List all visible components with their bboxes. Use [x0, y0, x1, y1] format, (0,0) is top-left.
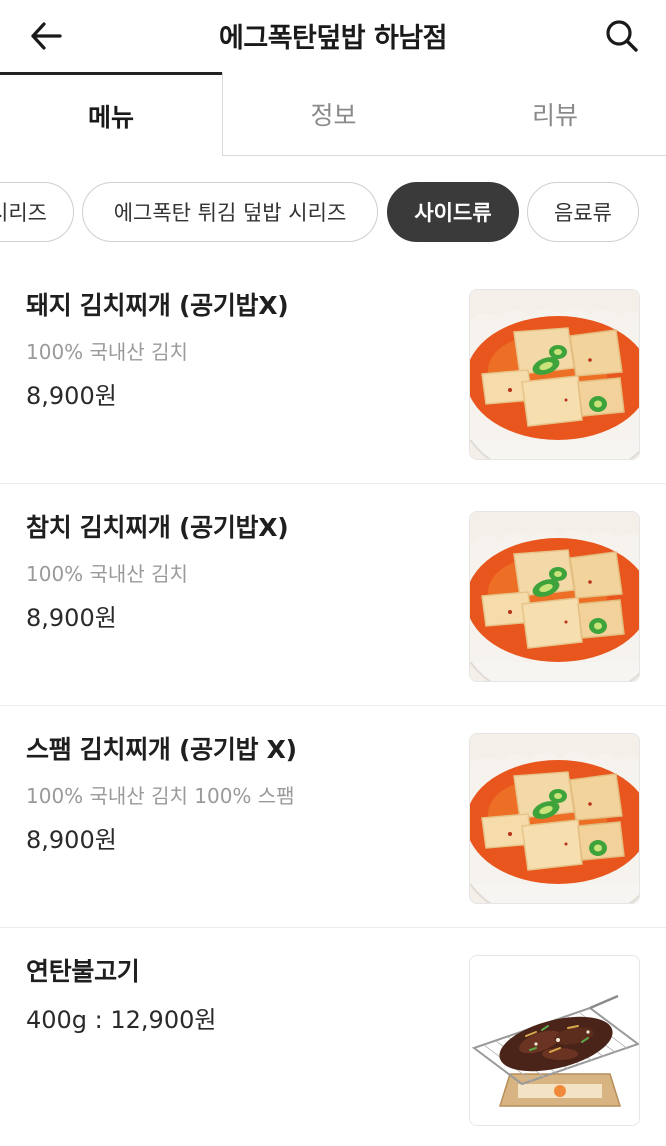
menu-item-description: 100% 국내산 김치 100% 스팸 — [26, 784, 295, 808]
store-tabs: 메뉴 정보 리뷰 — [0, 72, 666, 156]
kimchi-stew-image — [469, 511, 640, 682]
menu-item-pork-kimchi-stew[interactable]: 돼지 김치찌개 (공기밥X) 100% 국내산 김치 8,900원 — [0, 262, 666, 484]
menu-list: 돼지 김치찌개 (공기밥X) 100% 국내산 김치 8,900원 참치 김치찌… — [0, 262, 666, 1146]
search-button[interactable] — [600, 14, 644, 58]
tab-reviews[interactable]: 리뷰 — [444, 72, 666, 156]
category-chip-sides[interactable]: 사이드류 — [387, 182, 519, 242]
menu-item-price: 8,900원 — [26, 382, 117, 410]
menu-item-price: 8,900원 — [26, 604, 117, 632]
category-chip-series[interactable]: 시리즈 — [0, 182, 74, 242]
category-chip-fried-egg-bowl-series[interactable]: 에그폭탄 튀김 덮밥 시리즈 — [82, 182, 378, 242]
category-chip-drinks[interactable]: 음료류 — [527, 182, 639, 242]
menu-item-name: 참치 김치찌개 (공기밥X) — [26, 513, 289, 542]
page-title: 에그폭탄덮밥 하남점 — [219, 23, 447, 54]
menu-item-price: 400g : 12,900원 — [26, 1006, 217, 1034]
search-icon — [606, 20, 638, 52]
kimchi-stew-image — [469, 289, 640, 460]
menu-item-description: 100% 국내산 김치 — [26, 562, 188, 586]
menu-item-briquette-bulgogi[interactable]: 연탄불고기 400g : 12,900원 — [0, 928, 666, 1146]
menu-item-spam-kimchi-stew[interactable]: 스팸 김치찌개 (공기밥 X) 100% 국내산 김치 100% 스팸 8,90… — [0, 706, 666, 928]
menu-item-name: 돼지 김치찌개 (공기밥X) — [26, 291, 289, 320]
menu-item-name: 연탄불고기 — [26, 957, 140, 986]
menu-item-name: 스팸 김치찌개 (공기밥 X) — [26, 735, 297, 764]
menu-item-description: 100% 국내산 김치 — [26, 340, 188, 364]
grilled-bulgogi-image — [469, 955, 640, 1126]
tab-menu[interactable]: 메뉴 — [0, 72, 222, 156]
menu-item-tuna-kimchi-stew[interactable]: 참치 김치찌개 (공기밥X) 100% 국내산 김치 8,900원 — [0, 484, 666, 706]
menu-item-price: 8,900원 — [26, 826, 117, 854]
app-header: 에그폭탄덮밥 하남점 — [0, 0, 666, 72]
kimchi-stew-image — [469, 733, 640, 904]
category-chips: 시리즈 에그폭탄 튀김 덮밥 시리즈 사이드류 음료류 — [0, 182, 666, 244]
tab-info[interactable]: 정보 — [222, 72, 444, 156]
